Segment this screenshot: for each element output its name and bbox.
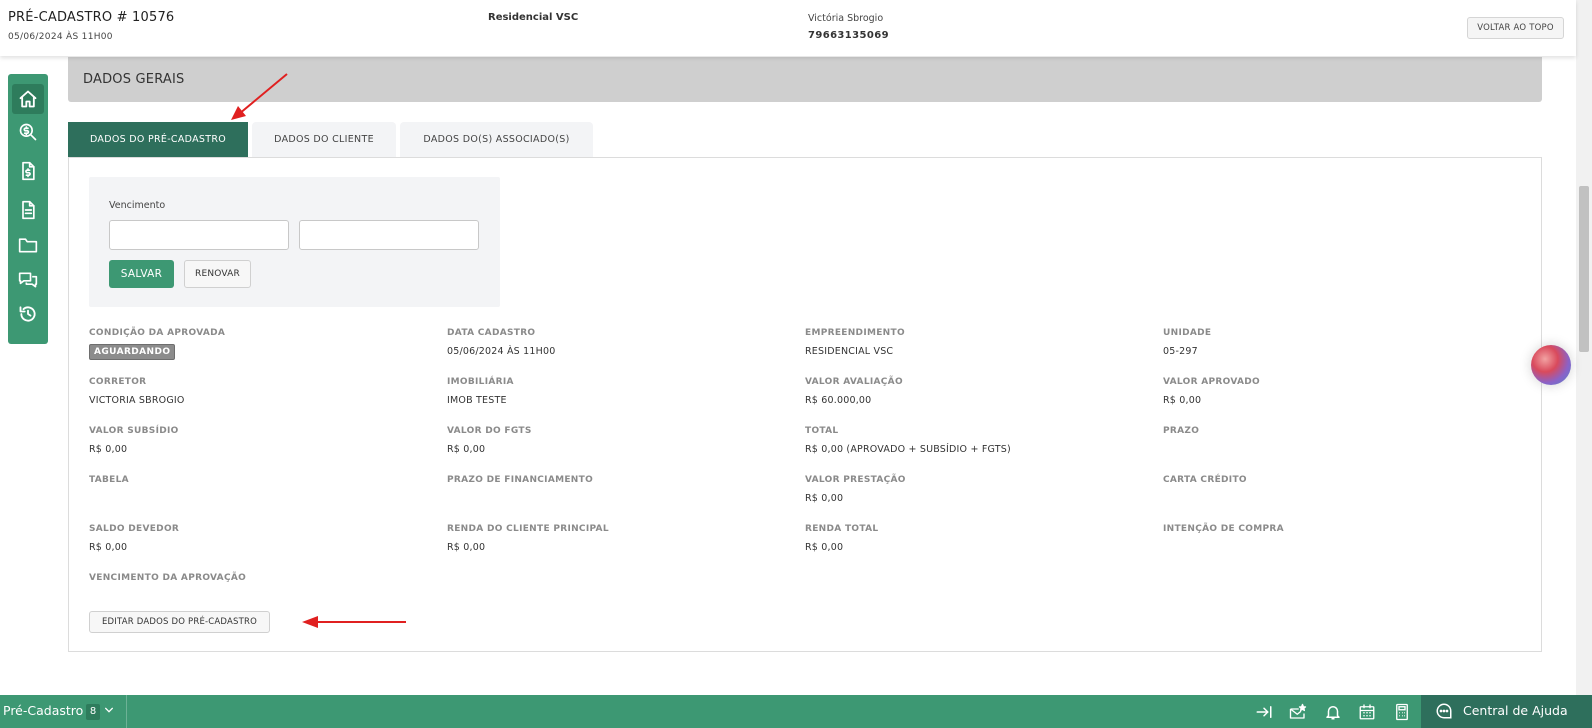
- field-label-vencimento-aprovacao: VENCIMENTO DA APROVAÇÃO: [89, 573, 247, 583]
- field-value-renda-total: R$ 0,00: [805, 542, 844, 553]
- document-icon[interactable]: [16, 198, 40, 222]
- field-label-tabela: TABELA: [89, 475, 129, 485]
- field-label-intencao-compra: INTENÇÃO DE COMPRA: [1163, 524, 1284, 534]
- vencimento-label: Vencimento: [109, 200, 166, 211]
- field-value-imobiliaria: IMOB TESTE: [447, 395, 507, 406]
- tab-dados-associados[interactable]: DADOS DO(S) ASSOCIADO(S): [400, 122, 593, 157]
- annotation-arrow-edit: [302, 616, 406, 628]
- field-label-valor-avaliacao: VALOR AVALIAÇÃO: [805, 377, 903, 387]
- field-label-imobiliaria: IMOBILIÁRIA: [447, 377, 514, 387]
- mail-star-icon[interactable]: [1287, 701, 1309, 723]
- header-empreendimento: Residencial VSC: [488, 12, 579, 23]
- field-value-data-cadastro: 05/06/2024 ÀS 11H00: [447, 346, 556, 357]
- field-value-valor-subsidio: R$ 0,00: [89, 444, 128, 455]
- field-value-unidade: 05-297: [1163, 346, 1198, 357]
- renew-button[interactable]: RENOVAR: [184, 260, 251, 288]
- chevron-down-icon[interactable]: [103, 703, 115, 717]
- section-title: DADOS GERAIS: [83, 72, 185, 87]
- field-value-total: R$ 0,00 (APROVADO + SUBSÍDIO + FGTS): [805, 444, 1011, 455]
- back-to-top-button[interactable]: VOLTAR AO TOPO: [1467, 17, 1564, 39]
- field-label-valor-prestacao: VALOR PRESTAÇÃO: [805, 475, 906, 485]
- field-label-valor-subsidio: VALOR SUBSÍDIO: [89, 426, 179, 436]
- record-title: PRÉ-CADASTRO # 10576: [8, 10, 175, 25]
- field-label-saldo-devedor: SALDO DEVEDOR: [89, 524, 180, 534]
- field-label-renda-cliente: RENDA DO CLIENTE PRINCIPAL: [447, 524, 609, 534]
- bottom-bar-title: Pré-Cadastro: [3, 703, 84, 718]
- field-label-corretor: CORRETOR: [89, 377, 147, 387]
- bottom-bar-count: 8: [86, 704, 100, 720]
- search-money-icon[interactable]: [16, 120, 40, 144]
- field-label-prazo: PRAZO: [1163, 426, 1200, 436]
- save-button[interactable]: SALVAR: [109, 260, 174, 288]
- field-label-valor-aprovado: VALOR APROVADO: [1163, 377, 1260, 387]
- field-value-valor-prestacao: R$ 0,00: [805, 493, 844, 504]
- field-value-renda-cliente: R$ 0,00: [447, 542, 486, 553]
- field-value-valor-avaliacao: R$ 60.000,00: [805, 395, 872, 406]
- field-value-valor-aprovado: R$ 0,00: [1163, 395, 1202, 406]
- field-value-valor-fgts: R$ 0,00: [447, 444, 486, 455]
- field-value-corretor: VICTORIA SBROGIO: [89, 395, 185, 406]
- field-label-renda-total: RENDA TOTAL: [805, 524, 879, 534]
- chat-icon[interactable]: [16, 268, 40, 292]
- field-label-prazo-financiamento: PRAZO DE FINANCIAMENTO: [447, 475, 594, 485]
- history-icon[interactable]: [16, 302, 40, 326]
- folder-icon[interactable]: [16, 233, 40, 257]
- record-datetime: 05/06/2024 ÀS 11H00: [8, 32, 113, 42]
- help-center-label: Central de Ajuda: [1463, 703, 1568, 718]
- field-label-unidade: UNIDADE: [1163, 328, 1212, 338]
- tab-dados-cliente[interactable]: DADOS DO CLIENTE: [252, 122, 396, 157]
- calendar-icon[interactable]: [1356, 701, 1378, 723]
- vencimento-input-2[interactable]: [299, 220, 479, 250]
- header-client-doc: 79663135069: [808, 30, 889, 41]
- vencimento-input-1[interactable]: [109, 220, 289, 250]
- annotation-arrow-tab: [231, 73, 288, 120]
- field-label-carta-credito: CARTA CRÉDITO: [1163, 475, 1247, 485]
- help-center-button[interactable]: Central de Ajuda: [1421, 695, 1592, 728]
- assistant-orb[interactable]: [1531, 345, 1571, 385]
- field-label-condicao: CONDIÇÃO DA APROVADA: [89, 328, 226, 338]
- field-label-valor-fgts: VALOR DO FGTS: [447, 426, 532, 436]
- field-label-data-cadastro: DATA CADASTRO: [447, 328, 536, 338]
- field-value-saldo-devedor: R$ 0,00: [89, 542, 128, 553]
- bottom-bar-divider: [126, 695, 127, 728]
- edit-pre-cadastro-button[interactable]: EDITAR DADOS DO PRÉ-CADASTRO: [89, 611, 270, 633]
- side-navigation: [8, 74, 48, 344]
- bell-icon[interactable]: [1322, 701, 1344, 723]
- scrollbar-thumb[interactable]: [1579, 186, 1589, 352]
- home-icon[interactable]: [12, 84, 44, 114]
- header-client-name: Victória Sbrogio: [808, 13, 884, 24]
- status-badge: AGUARDANDO: [89, 344, 176, 360]
- field-label-total: TOTAL: [805, 426, 839, 436]
- field-value-empreendimento: RESIDENCIAL VSC: [805, 346, 894, 357]
- expand-right-icon[interactable]: [1253, 701, 1275, 723]
- invoice-icon[interactable]: [16, 159, 40, 183]
- help-chat-icon: [1436, 703, 1452, 719]
- bottom-bar: Pré-Cadastro 8 Central de Ajuda: [0, 695, 1592, 728]
- calculator-icon[interactable]: [1391, 701, 1413, 723]
- field-label-empreendimento: EMPREENDIMENTO: [805, 328, 905, 338]
- record-header: PRÉ-CADASTRO # 10576 05/06/2024 ÀS 11H00…: [0, 0, 1576, 56]
- tab-dados-pre-cadastro[interactable]: DADOS DO PRÉ-CADASTRO: [68, 122, 248, 157]
